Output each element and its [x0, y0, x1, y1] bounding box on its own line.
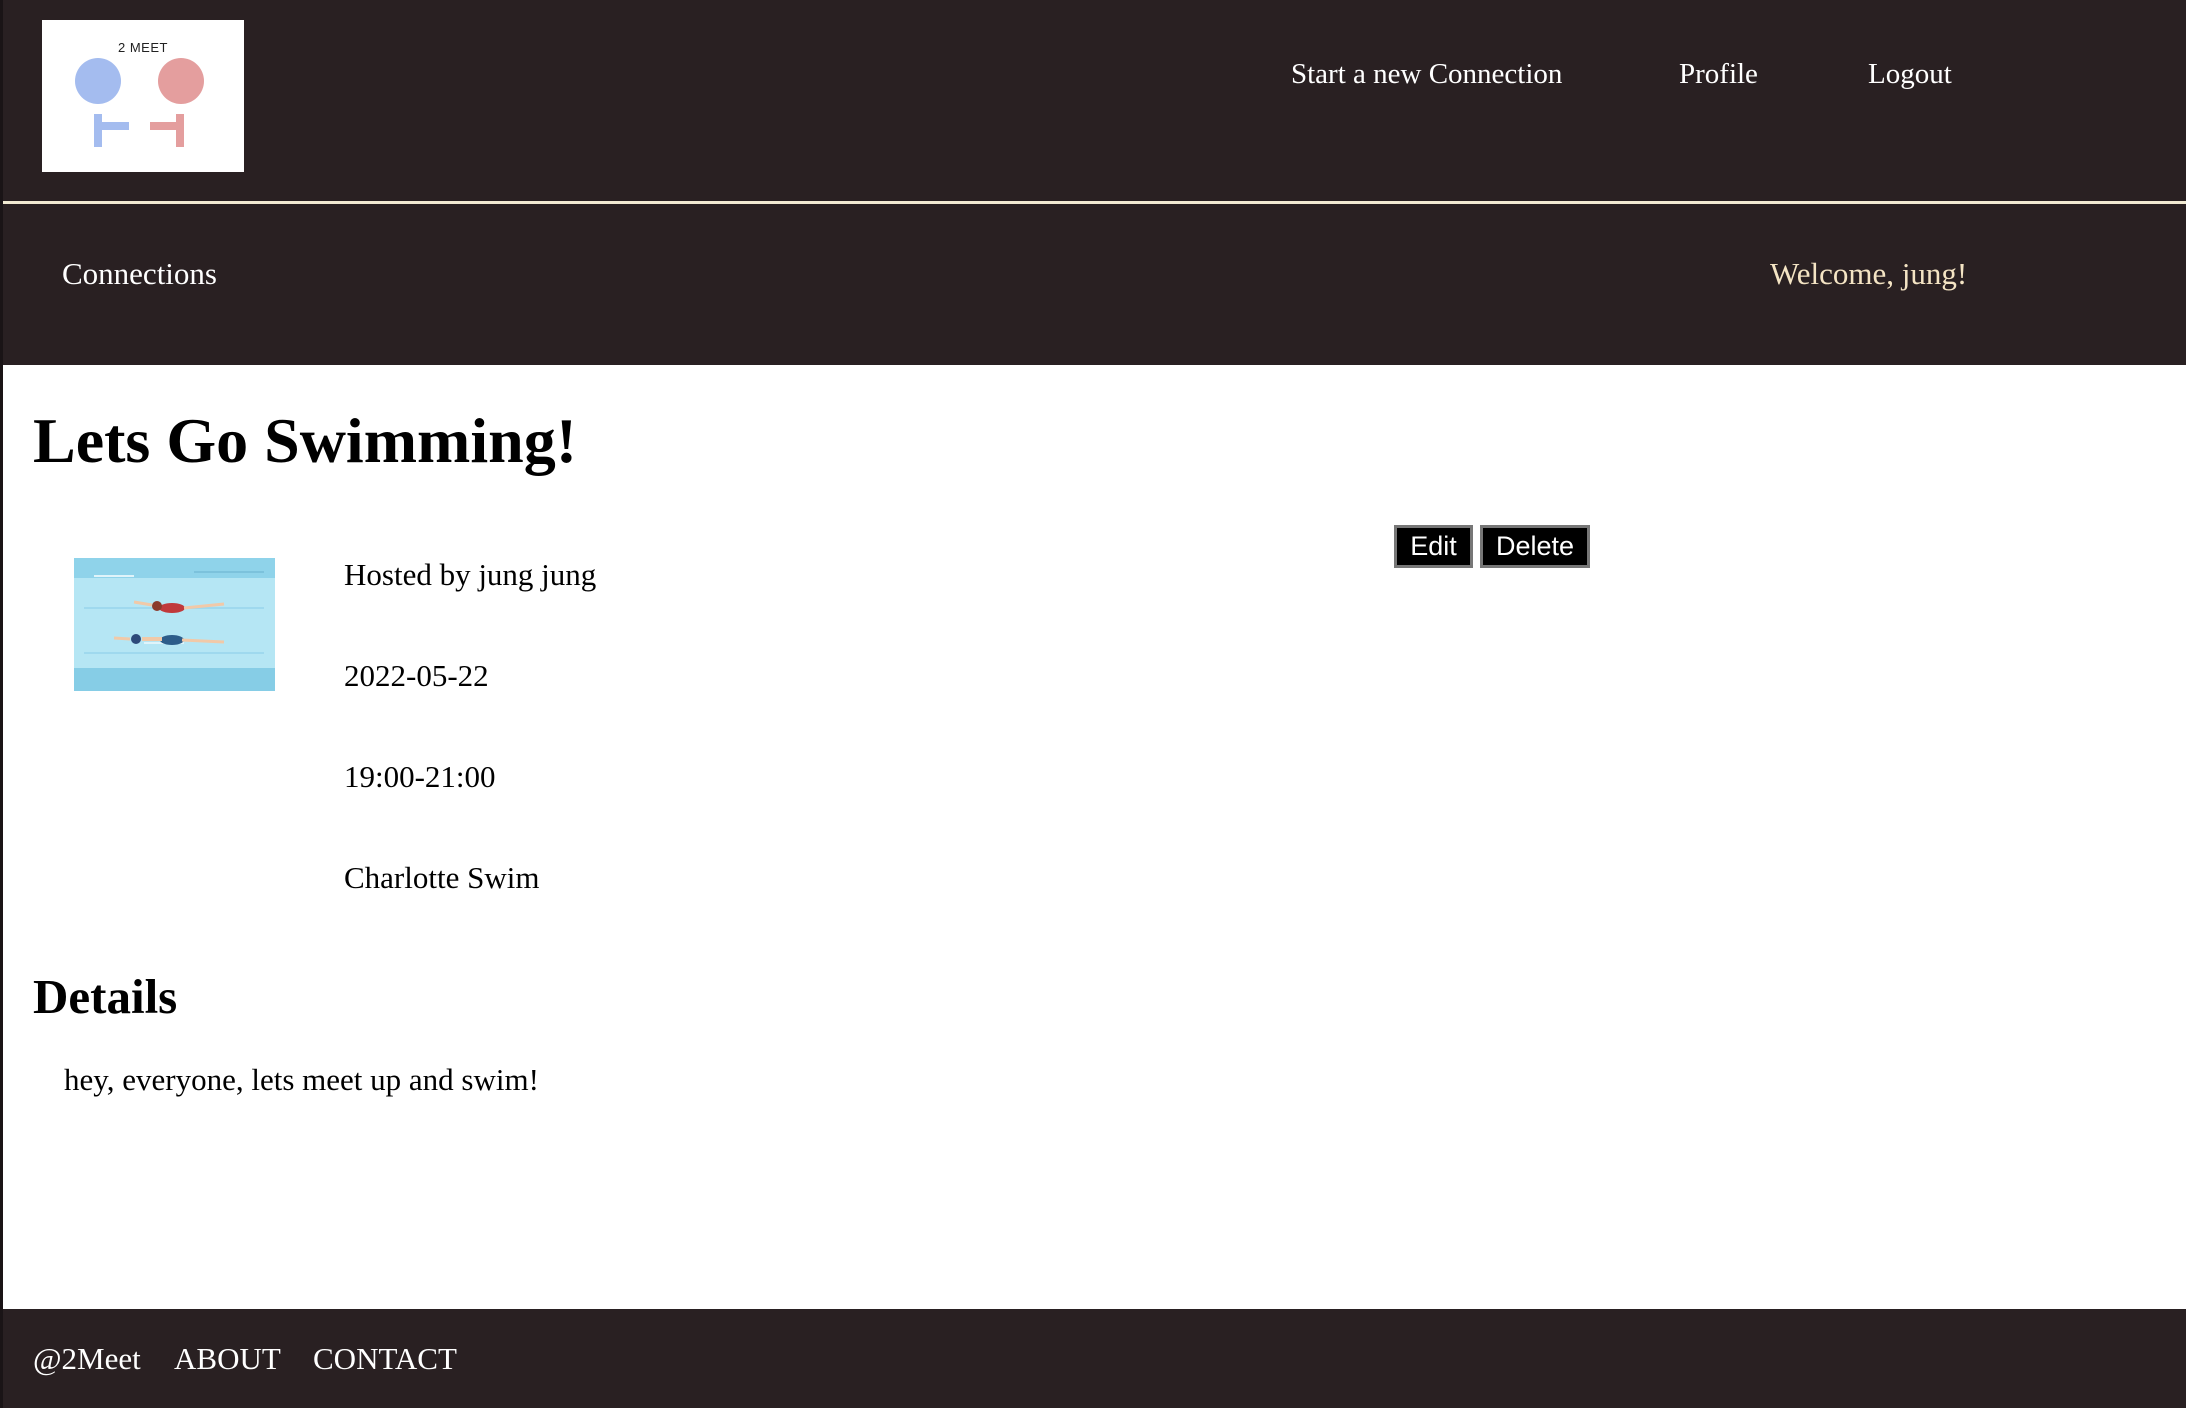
connection-title: Lets Go Swimming! [33, 405, 577, 476]
swimming-illustration-icon [74, 558, 275, 691]
nav-profile-link[interactable]: Profile [1679, 58, 1758, 91]
footer-brand: @2Meet [33, 1341, 141, 1376]
connection-location: Charlotte Swim [344, 860, 540, 895]
nav-new-connection-link[interactable]: Start a new Connection [1291, 58, 1562, 91]
connection-time: 19:00-21:00 [344, 759, 496, 794]
delete-button[interactable]: Delete [1480, 525, 1590, 568]
footer: @2Meet ABOUT CONTACT [3, 1309, 2186, 1408]
details-text: hey, everyone, lets meet up and swim! [64, 1062, 539, 1097]
top-navbar: 2 MEET Start a new Connection Profile Lo… [3, 0, 2186, 204]
edit-button[interactable]: Edit [1394, 525, 1473, 568]
logo-text: 2 MEET [118, 40, 168, 55]
details-heading: Details [33, 969, 178, 1024]
nav-logout-link[interactable]: Logout [1868, 58, 1952, 91]
site-logo[interactable]: 2 MEET [42, 20, 244, 172]
connections-link[interactable]: Connections [62, 256, 217, 292]
swimming-image [74, 558, 275, 691]
footer-about-link[interactable]: ABOUT [174, 1341, 281, 1377]
connection-date: 2022-05-22 [344, 658, 489, 693]
host-name: Hosted by jung jung [344, 557, 597, 592]
footer-contact-link[interactable]: CONTACT [313, 1341, 457, 1377]
page: 2 MEET Start a new Connection Profile Lo… [0, 0, 2186, 1408]
sub-navbar: Connections Welcome, jung! [3, 204, 2186, 365]
welcome-message: Welcome, jung! [1770, 256, 1968, 291]
